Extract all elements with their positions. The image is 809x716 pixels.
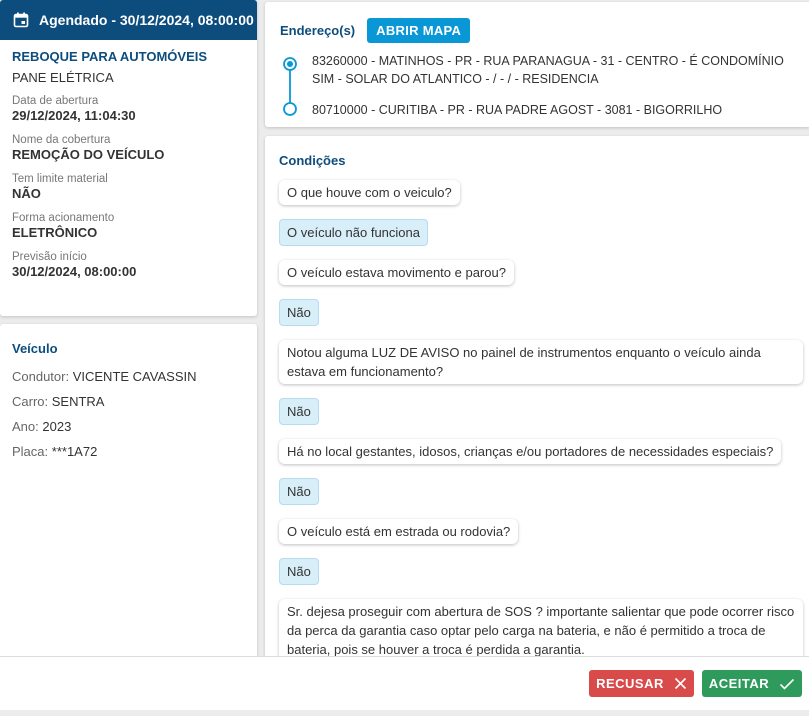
reject-button-label: RECUSAR xyxy=(596,676,664,691)
field-value: ELETRÔNICO xyxy=(12,225,98,240)
vehicle-car-label: Carro: xyxy=(12,394,49,409)
addresses-card: Endereço(s) ABRIR MAPA 83260000 - MATINH… xyxy=(265,2,809,127)
condition-question: O veículo estava movimento e parou? xyxy=(279,260,514,285)
route-timeline-icon xyxy=(283,57,297,116)
field-activation-method: Forma acionamento ELETRÔNICO xyxy=(12,211,245,241)
condition-answer: Não xyxy=(279,299,319,326)
field-coverage-name: Nome da cobertura REMOÇÃO DO VEÍCULO xyxy=(12,133,245,163)
condition-answer: O veículo não funciona xyxy=(279,219,428,246)
accept-button-label: ACEITAR xyxy=(708,676,770,691)
address-origin: 83260000 - MATINHOS - PR - RUA PARANAGUA… xyxy=(312,54,784,86)
vehicle-year: Ano: 2023 xyxy=(12,419,245,435)
condition-answer: Não xyxy=(279,558,319,585)
vehicle-car: Carro: SENTRA xyxy=(12,394,245,410)
field-value: 30/12/2024, 08:00:00 xyxy=(12,264,137,279)
condition-question: O veículo está em estrada ou rodovia? xyxy=(279,519,519,544)
vehicle-driver-value: VICENTE CAVASSIN xyxy=(72,369,197,384)
calendar-icon xyxy=(13,12,29,28)
address-list: 83260000 - MATINHOS - PR - RUA PARANAGUA… xyxy=(280,52,795,119)
accept-button[interactable]: ACEITAR xyxy=(702,670,802,697)
open-map-button[interactable]: ABRIR MAPA xyxy=(367,18,471,43)
vehicle-card: Veículo Condutor: VICENTE CAVASSIN Carro… xyxy=(0,324,257,664)
schedule-header-text: Agendado - 30/12/2024, 08:00:00 xyxy=(39,12,254,28)
field-label: Data de abertura xyxy=(12,95,99,107)
address-destination: 80710000 - CURITIBA - PR - RUA PADRE AGO… xyxy=(312,103,723,117)
field-label: Tem limite material xyxy=(12,173,108,185)
condition-question: Notou alguma LUZ DE AVISO no painel de i… xyxy=(279,340,803,384)
field-value: REMOÇÃO DO VEÍCULO xyxy=(12,147,165,162)
service-reason: PANE ELÉTRICA xyxy=(12,70,114,85)
condition-answer: Não xyxy=(279,398,319,425)
condition-answer: Não xyxy=(279,478,319,505)
addresses-label: Endereço(s) xyxy=(280,23,356,38)
schedule-card: Agendado - 30/12/2024, 08:00:00 REBOQUE … xyxy=(0,0,257,316)
vehicle-plate: Placa: ***1A72 xyxy=(12,444,245,460)
vehicle-year-label: Ano: xyxy=(12,419,39,434)
close-icon xyxy=(674,677,687,690)
vehicle-plate-value: ***1A72 xyxy=(51,444,98,459)
check-icon xyxy=(779,678,795,690)
field-label: Nome da cobertura xyxy=(12,134,111,146)
conditions-title: Condições xyxy=(279,153,346,168)
reject-button[interactable]: RECUSAR xyxy=(589,670,694,697)
field-opening-date: Data de abertura 29/12/2024, 11:04:30 xyxy=(12,94,245,124)
vehicle-car-value: SENTRA xyxy=(51,394,105,409)
vehicle-title: Veículo xyxy=(12,341,58,356)
vehicle-plate-label: Placa: xyxy=(12,444,49,459)
conditions-card: Condições O que houve com o veiculo? O v… xyxy=(265,136,809,656)
vehicle-driver: Condutor: VICENTE CAVASSIN xyxy=(12,369,245,385)
field-label: Previsão início xyxy=(12,251,87,263)
condition-question: Sr. dejesa proseguir com abertura de SOS… xyxy=(279,599,803,656)
condition-question: O que houve com o veiculo? xyxy=(279,180,460,205)
field-value: NÃO xyxy=(12,186,41,201)
service-title: REBOQUE PARA AUTOMÓVEIS xyxy=(12,49,208,64)
field-material-limit: Tem limite material NÃO xyxy=(12,172,245,202)
vehicle-year-value: 2023 xyxy=(42,419,72,434)
action-footer: RECUSAR ACEITAR xyxy=(0,656,809,710)
field-label: Forma acionamento xyxy=(12,212,115,224)
condition-question: Há no local gestantes, idosos, crianças … xyxy=(279,439,782,464)
schedule-header: Agendado - 30/12/2024, 08:00:00 xyxy=(0,0,257,40)
field-value: 29/12/2024, 11:04:30 xyxy=(12,108,136,123)
field-start-forecast: Previsão início 30/12/2024, 08:00:00 xyxy=(12,250,245,280)
vehicle-driver-label: Condutor: xyxy=(12,369,70,384)
